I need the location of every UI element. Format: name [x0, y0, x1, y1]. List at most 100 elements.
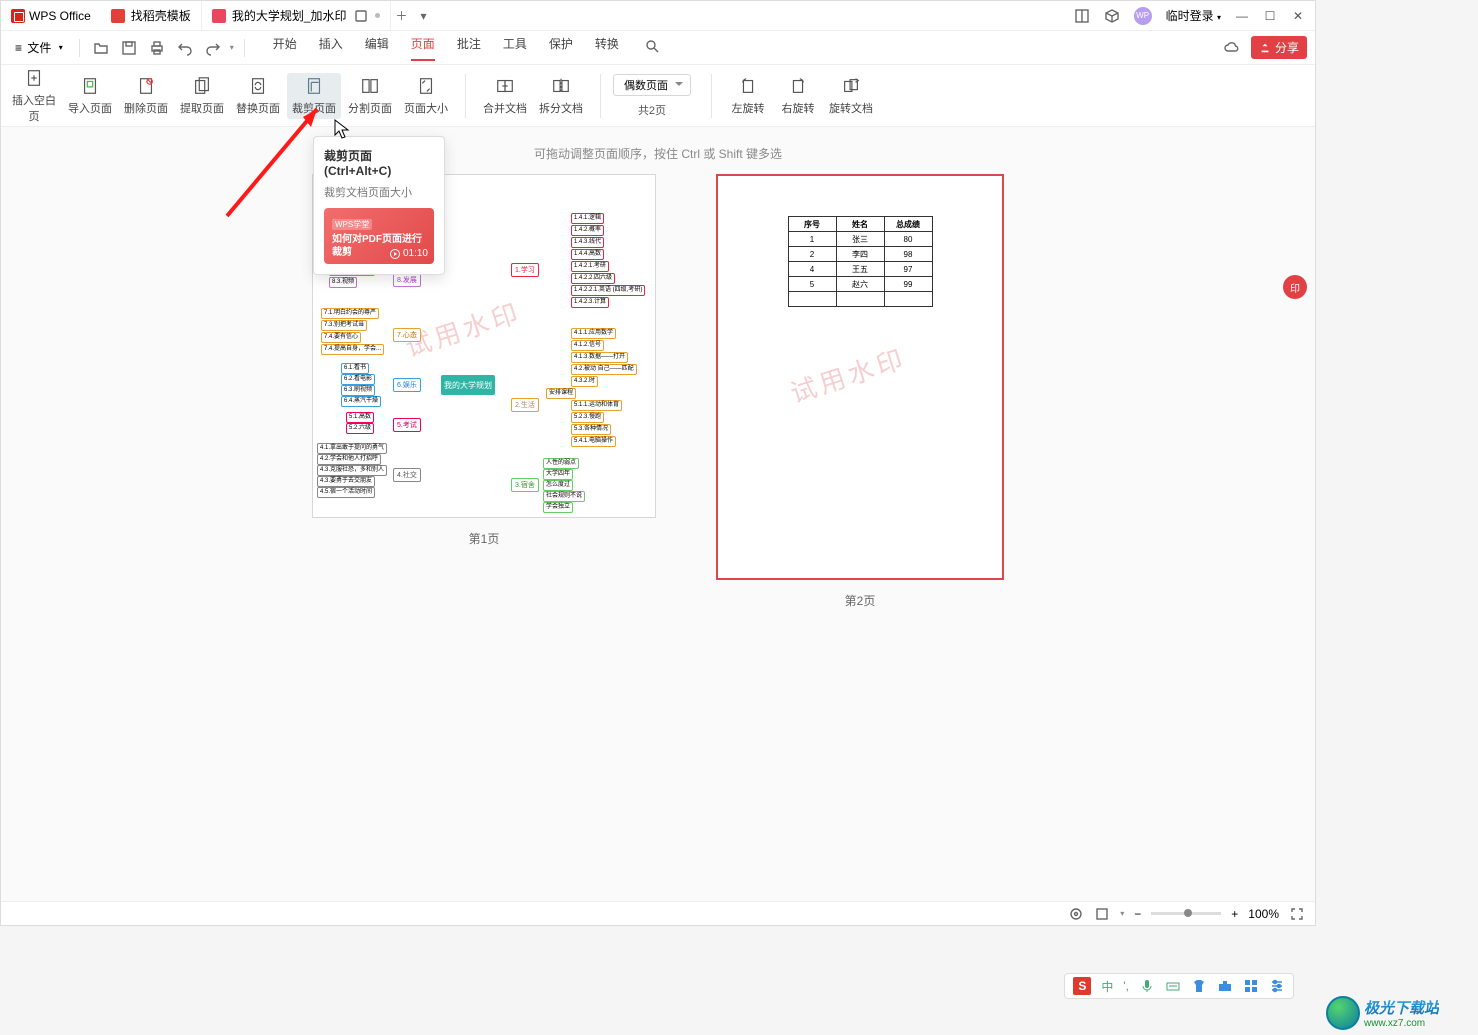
page-thumb-2[interactable]: 试用水印 序号姓名总成绩 1张三80 2李四98 4王五97 5赵六99 第2页 — [716, 174, 1004, 609]
tab-document[interactable]: 我的大学规划_加水印 — [202, 1, 391, 30]
maximize-button[interactable]: ☐ — [1263, 9, 1277, 23]
mindmap-root: 我的大学规划 — [441, 375, 495, 395]
app-brand: WPS Office — [1, 1, 101, 30]
tab-label: 找稻壳模板 — [131, 7, 191, 24]
mm-leaf: 1.4.2.1.考研 — [571, 261, 609, 272]
replace-page-button[interactable]: 替换页面 — [231, 73, 285, 119]
menu-protect[interactable]: 保护 — [549, 35, 573, 61]
user-avatar[interactable]: WP — [1134, 7, 1152, 25]
site-watermark: 极光下载站 www.xz7.com — [1326, 993, 1476, 1033]
close-button[interactable]: ✕ — [1291, 9, 1305, 23]
tooltip-sub: 裁剪文档页面大小 — [324, 184, 434, 200]
ribbon: 插入空白页 导入页面 删除页面 提取页面 替换页面 裁剪页面 分割页面 页面大小… — [1, 65, 1315, 127]
view-continuous-icon[interactable] — [1094, 906, 1110, 922]
login-label[interactable]: 临时登录 ▾ — [1166, 7, 1221, 24]
merge-doc-button[interactable]: 合并文档 — [478, 73, 532, 119]
mic-icon[interactable] — [1139, 978, 1155, 994]
menu-convert[interactable]: 转换 — [595, 35, 619, 61]
rotate-doc-button[interactable]: 旋转文档 — [824, 73, 878, 119]
score-table: 序号姓名总成绩 1张三80 2李四98 4王五97 5赵六99 — [788, 216, 933, 307]
qat-dropdown[interactable]: ▾ — [230, 43, 234, 52]
mm-leaf: 4.3.克服社恐，多和别人 — [317, 465, 387, 476]
mm-leaf: 6.4.蒸汽干燥 — [341, 396, 381, 407]
settings-icon[interactable] — [1269, 978, 1285, 994]
mm-leaf: 5.2.3.慢跑 — [571, 412, 604, 423]
tab-dropdown[interactable]: ▾ — [413, 9, 435, 23]
mm-leaf: 4.5.宿一个活动时间 — [317, 487, 375, 498]
tooltip-video-card[interactable]: WPS学堂 如何对PDF页面进行裁剪 01:10 — [324, 208, 434, 264]
ime-lang[interactable]: 中 — [1101, 978, 1113, 995]
menu-page[interactable]: 页面 — [411, 35, 435, 61]
redo-icon[interactable] — [202, 37, 224, 59]
undo-icon[interactable] — [174, 37, 196, 59]
menu-comment[interactable]: 批注 — [457, 35, 481, 61]
open-icon[interactable] — [90, 37, 112, 59]
import-page-button[interactable]: 导入页面 — [63, 73, 117, 119]
zoom-out-button[interactable]: − — [1134, 907, 1141, 921]
tab-templates[interactable]: 找稻壳模板 — [101, 1, 202, 30]
mm-leaf: 1.4.2.2.1.英语 (四级,考研) — [571, 285, 645, 296]
mm-leaf: 7.1.明白约会的尊严 — [321, 308, 379, 319]
minimize-button[interactable]: — — [1235, 9, 1249, 23]
new-tab-button[interactable]: ＋ — [391, 7, 413, 24]
menu-tools[interactable]: 工具 — [503, 35, 527, 61]
mm-leaf: 5.1.1.运动和体育 — [571, 400, 622, 411]
rotate-left-button[interactable]: 左旋转 — [724, 73, 772, 119]
mm-leaf: 学会独立 — [543, 502, 573, 513]
mm-node: 2.生活 — [511, 398, 539, 412]
mm-node: 8.发展 — [393, 273, 421, 287]
layout-icon[interactable] — [1074, 8, 1090, 24]
tab-menu-icon[interactable] — [353, 8, 369, 24]
app-menu[interactable]: ≡ 文件 ▾ — [9, 39, 69, 56]
keyboard-icon[interactable] — [1165, 978, 1181, 994]
rotate-right-button[interactable]: 右旋转 — [774, 73, 822, 119]
delete-page-button[interactable]: 删除页面 — [119, 73, 173, 119]
shirt-icon[interactable] — [1191, 978, 1207, 994]
crop-tooltip: 裁剪页面 (Ctrl+Alt+C) 裁剪文档页面大小 WPS学堂 如何对PDF页… — [313, 136, 445, 275]
page-size-button[interactable]: 页面大小 — [399, 73, 453, 119]
globe-icon — [1326, 996, 1360, 1030]
ime-toolbar[interactable]: S 中 ', — [1064, 973, 1294, 999]
tooltip-title: 裁剪页面 (Ctrl+Alt+C) — [324, 147, 434, 178]
mm-leaf: 4.2.学会和他人打招呼 — [317, 454, 381, 465]
view-single-icon[interactable] — [1068, 906, 1084, 922]
split-page-button[interactable]: 分割页面 — [343, 73, 397, 119]
save-icon[interactable] — [118, 37, 140, 59]
share-button[interactable]: 分享 — [1251, 36, 1307, 59]
wps-logo-icon — [11, 9, 25, 23]
tab-dirty-dot — [375, 13, 380, 18]
titlebar: WPS Office 找稻壳模板 我的大学规划_加水印 ＋ ▾ WP 临时登录 … — [1, 1, 1315, 31]
zoom-in-button[interactable]: + — [1231, 907, 1238, 921]
split-doc-button[interactable]: 拆分文档 — [534, 73, 588, 119]
grid-icon[interactable] — [1243, 978, 1259, 994]
mm-leaf: 7.4.提高自身，学会... — [321, 344, 384, 355]
cube-icon[interactable] — [1104, 8, 1120, 24]
site-name-en: www.xz7.com — [1364, 1018, 1439, 1029]
crop-page-button[interactable]: 裁剪页面 — [287, 73, 341, 119]
insert-blank-page-button[interactable]: 插入空白页 — [7, 65, 61, 127]
mm-node: 3.宿舍 — [511, 478, 539, 492]
menu-edit[interactable]: 编辑 — [365, 35, 389, 61]
menu-start[interactable]: 开始 — [273, 35, 297, 61]
menu-insert[interactable]: 插入 — [319, 35, 343, 61]
sogou-logo-icon[interactable]: S — [1073, 977, 1091, 995]
ime-punct[interactable]: ', — [1123, 979, 1129, 993]
cloud-icon[interactable] — [1223, 40, 1239, 56]
menubar: ≡ 文件 ▾ ▾ 开始 插入 编辑 页面 批注 工具 保护 转换 分享 — [1, 31, 1315, 65]
search-icon[interactable] — [641, 35, 663, 57]
toolbox-icon[interactable] — [1217, 978, 1233, 994]
zoom-slider[interactable] — [1151, 912, 1221, 915]
print-icon[interactable] — [146, 37, 168, 59]
watermark-text: 试用水印 — [785, 338, 911, 410]
page-range-select[interactable]: 偶数页面 — [613, 74, 691, 96]
page-count-label: 共2页 — [638, 102, 666, 118]
expand-icon[interactable] — [1289, 906, 1305, 922]
reorder-hint: 可拖动调整页面顺序，按住 Ctrl 或 Shift 键多选 — [1, 127, 1315, 170]
mm-node: 6.娱乐 — [393, 378, 421, 392]
extract-page-button[interactable]: 提取页面 — [175, 73, 229, 119]
mm-leaf: 4.2.被动 自己——匹配 — [571, 364, 637, 375]
app-name: WPS Office — [29, 9, 91, 23]
mm-leaf: 安排课程 — [546, 388, 576, 399]
watermark-fab[interactable]: 印 — [1283, 275, 1307, 299]
page-2-label: 第2页 — [716, 592, 1004, 609]
